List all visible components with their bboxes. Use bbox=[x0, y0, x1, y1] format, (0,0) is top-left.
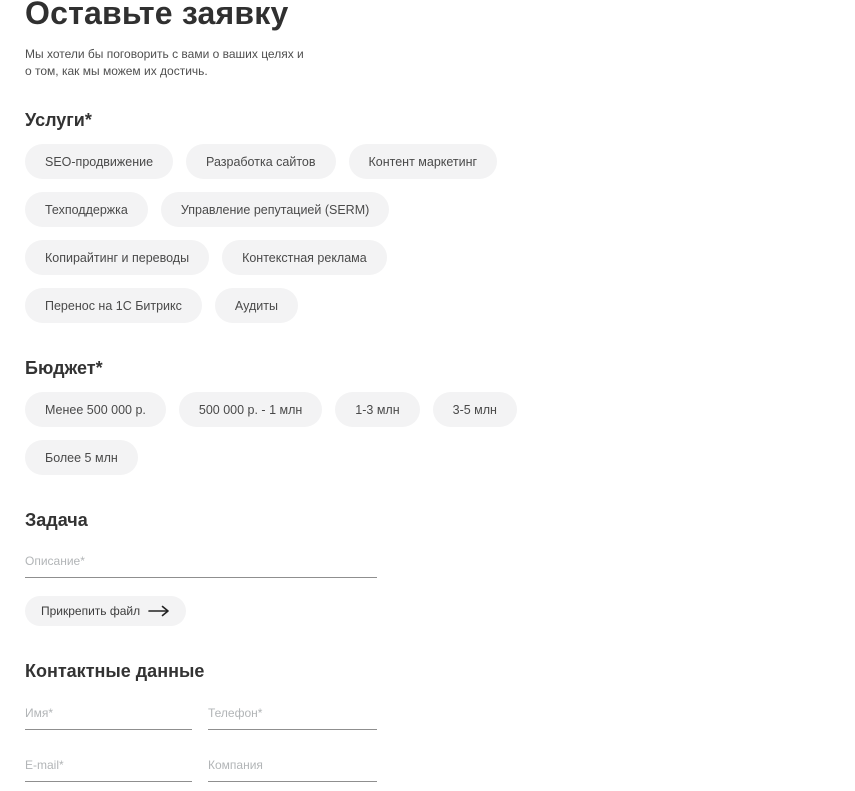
budget-option-chip[interactable]: Более 5 млн bbox=[25, 440, 138, 475]
attach-file-label: Прикрепить файл bbox=[41, 604, 141, 618]
budget-section: Бюджет* Менее 500 000 р. 500 000 р. - 1 м… bbox=[25, 357, 600, 475]
service-option-chip[interactable]: Разработка сайтов bbox=[186, 144, 336, 179]
budget-chips: Менее 500 000 р. 500 000 р. - 1 млн 1-3 мл… bbox=[25, 392, 573, 475]
company-field[interactable] bbox=[208, 758, 377, 782]
budget-option-chip[interactable]: 3-5 млн bbox=[432, 392, 517, 427]
services-heading: Услуги* bbox=[25, 110, 92, 130]
arrow-right-icon bbox=[148, 605, 170, 617]
service-option-chip[interactable]: Аудиты bbox=[214, 288, 298, 323]
task-heading: Задача bbox=[25, 510, 88, 530]
contacts-fields bbox=[25, 706, 600, 791]
page-subtitle: Мы хотели бы поговорить с вами о ваших ц… bbox=[25, 47, 304, 78]
service-option-chip[interactable]: Перенос на 1С Битрикс bbox=[25, 288, 202, 323]
budget-option-chip[interactable]: Менее 500 000 р. bbox=[25, 392, 166, 427]
service-option-chip[interactable]: Контент маркетинг bbox=[348, 144, 498, 179]
phone-field[interactable] bbox=[208, 706, 377, 730]
email-field[interactable] bbox=[25, 758, 192, 782]
budget-option-chip[interactable]: 1-3 млн bbox=[335, 392, 420, 427]
page-title: Оставьте заявку bbox=[25, 0, 289, 31]
task-section: Задача Прикрепить файл bbox=[25, 509, 600, 626]
service-option-chip[interactable]: SEO-продвижение bbox=[25, 144, 174, 179]
contacts-heading: Контактные данные bbox=[25, 661, 205, 681]
description-input[interactable] bbox=[25, 554, 377, 578]
service-option-chip[interactable]: Управление репутацией (SERM) bbox=[160, 192, 390, 227]
budget-heading: Бюджет* bbox=[25, 358, 103, 378]
service-option-chip[interactable]: Техподдержка bbox=[25, 192, 148, 227]
service-option-chip[interactable]: Копирайтинг и переводы bbox=[25, 240, 210, 275]
services-section: Услуги* SEO-продвижение Разработка сайтов… bbox=[25, 109, 600, 323]
request-form: Оставьте заявку Мы хотели бы поговорить … bbox=[0, 0, 600, 791]
service-option-chip[interactable]: Контекстная реклама bbox=[222, 240, 387, 275]
name-field[interactable] bbox=[25, 706, 192, 730]
budget-option-chip[interactable]: 500 000 р. - 1 млн bbox=[178, 392, 323, 427]
attach-file-button[interactable]: Прикрепить файл bbox=[25, 596, 187, 626]
services-chips: SEO-продвижение Разработка сайтов Контент … bbox=[25, 144, 573, 323]
contacts-section: Контактные данные bbox=[25, 660, 600, 791]
